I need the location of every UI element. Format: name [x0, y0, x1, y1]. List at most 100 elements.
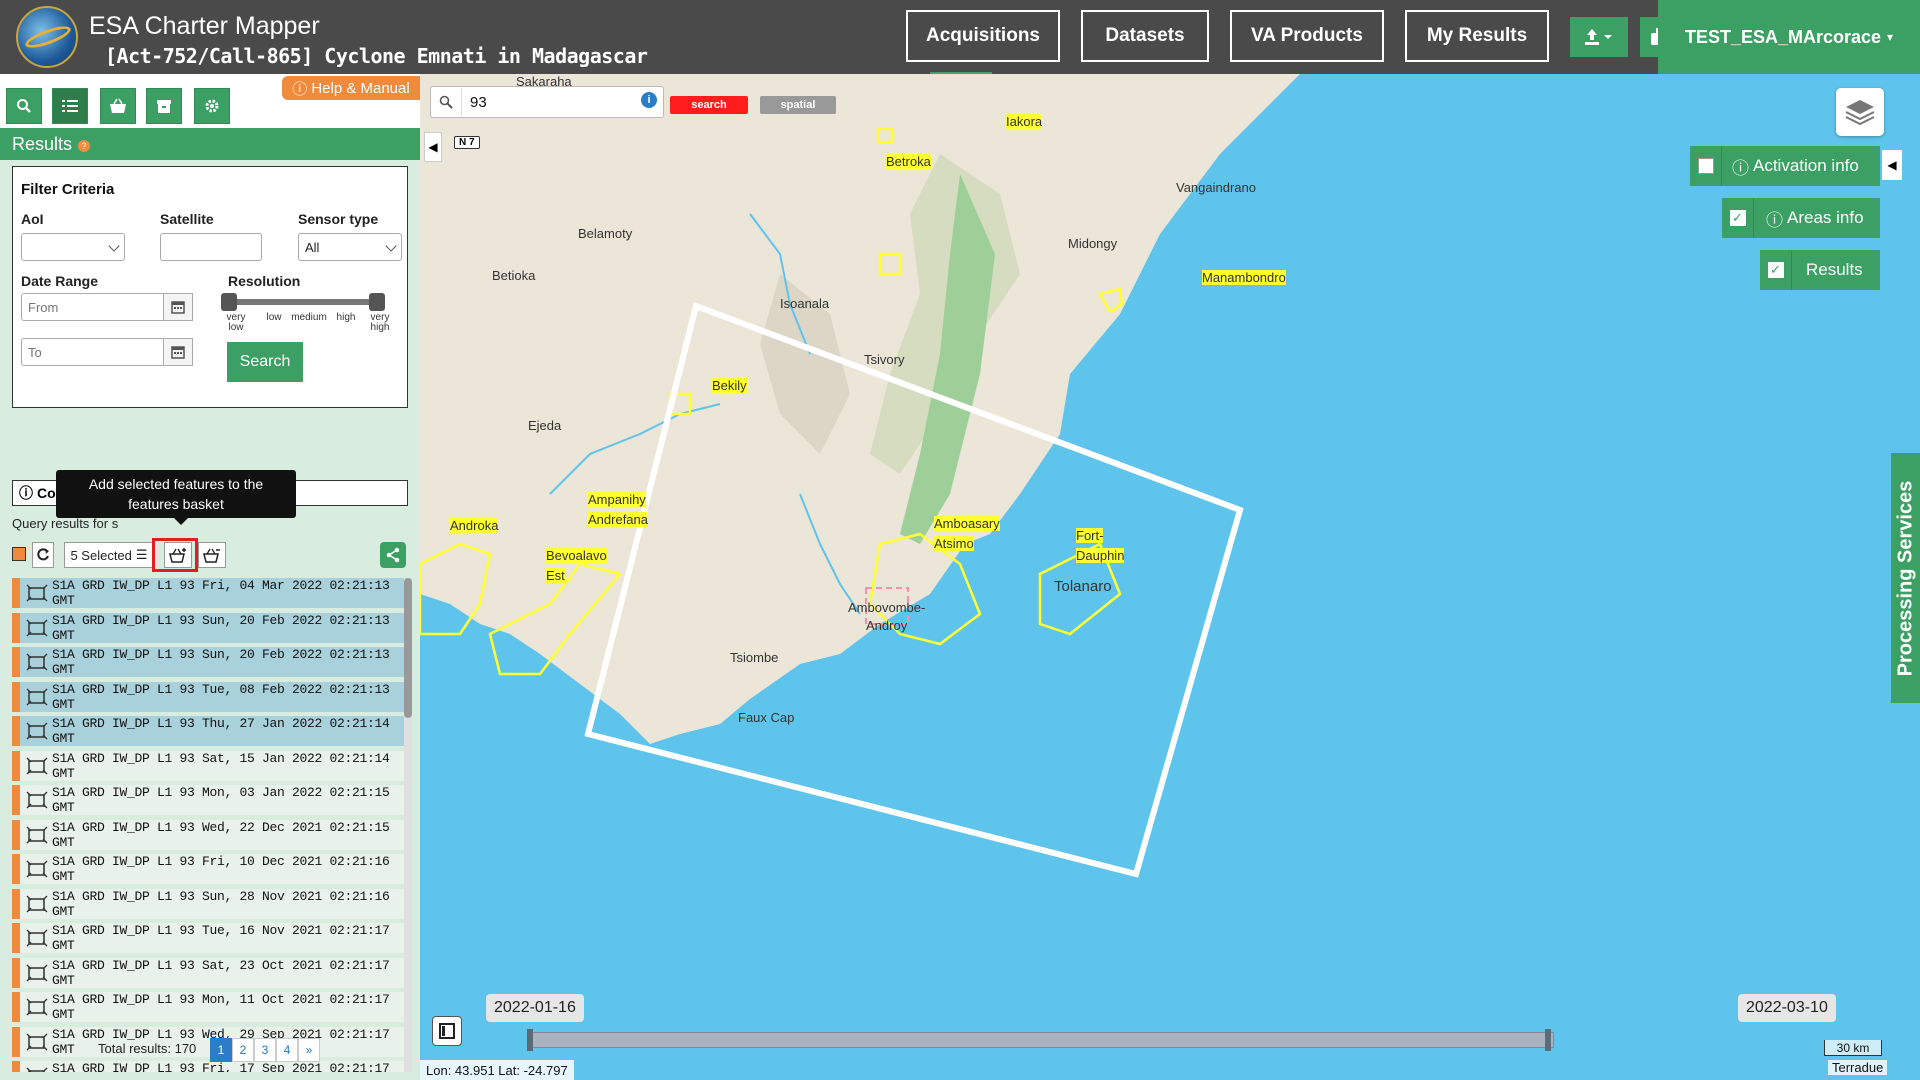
basket-tool-button[interactable]	[100, 88, 136, 124]
date-to-placeholder: To	[28, 344, 42, 360]
chevron-down-icon: ▾	[1887, 30, 1894, 44]
place-label: Androy	[866, 618, 908, 633]
result-row[interactable]: S1A GRD IW_DP L1 93 Fri, 17 Sep 2021 02:…	[12, 1061, 404, 1072]
results-layer-toggle[interactable]: ✓	[1760, 250, 1792, 290]
chevron-left-icon[interactable]: ◀	[1882, 150, 1902, 180]
areas-info-panel[interactable]: ✓ ⓘ Areas info	[1722, 198, 1880, 238]
nav-va-products-button[interactable]: VA Products	[1230, 10, 1384, 62]
layers-switcher-button[interactable]	[1836, 88, 1884, 136]
footprint-icon[interactable]	[26, 722, 48, 740]
footprint-icon[interactable]	[26, 826, 48, 844]
nav-my-results-button[interactable]: My Results	[1405, 10, 1549, 62]
settings-tool-button[interactable]	[194, 88, 230, 124]
activation-info-panel[interactable]: ⓘ Activation info	[1690, 146, 1880, 186]
page-next-button[interactable]: »	[298, 1038, 320, 1062]
chevron-left-icon: ◀	[428, 140, 438, 154]
layers-icon	[1845, 100, 1875, 126]
collapse-sidebar-toggle[interactable]: ◀	[424, 132, 442, 162]
footprint-icon[interactable]	[26, 1067, 48, 1072]
map-view[interactable]: 93 ✕ i search spatial N 7 ◀ Sakaraha Iak…	[420, 74, 1920, 1080]
results-list-tool-button[interactable]	[52, 88, 88, 124]
info-icon[interactable]: i	[641, 92, 657, 108]
results-scrollbar[interactable]	[404, 578, 412, 1072]
timeline-start-handle[interactable]	[527, 1029, 533, 1051]
map-search-input[interactable]: 93	[461, 88, 644, 116]
footprint-icon[interactable]	[26, 860, 48, 878]
result-row[interactable]: S1A GRD IW_DP L1 93 Tue, 08 Feb 2022 02:…	[12, 681, 404, 712]
footprint-icon[interactable]	[26, 964, 48, 982]
upload-dropdown-button[interactable]	[1570, 17, 1628, 57]
nav-acquisitions-button[interactable]: Acquisitions	[906, 10, 1060, 62]
share-button[interactable]	[380, 542, 406, 568]
refresh-button[interactable]	[32, 542, 54, 568]
result-row[interactable]: S1A GRD IW_DP L1 93 Sun, 20 Feb 2022 02:…	[12, 612, 404, 643]
activation-info-toggle[interactable]	[1690, 146, 1722, 186]
resolution-slider[interactable]	[221, 293, 385, 311]
timeline-end-handle[interactable]	[1545, 1029, 1551, 1051]
footprint-icon[interactable]	[26, 998, 48, 1016]
result-row[interactable]: S1A GRD IW_DP L1 93 Mon, 11 Oct 2021 02:…	[12, 992, 404, 1022]
search-tool-button[interactable]	[6, 88, 42, 124]
legend-button[interactable]	[432, 1016, 462, 1046]
result-row[interactable]: S1A GRD IW_DP L1 93 Thu, 27 Jan 2022 02:…	[12, 716, 404, 746]
filter-search-button[interactable]: Search	[227, 342, 303, 382]
page-4-button[interactable]: 4	[276, 1038, 298, 1062]
processing-services-tab[interactable]: Processing Services	[1891, 453, 1920, 703]
footprint-icon[interactable]	[26, 791, 48, 809]
result-row[interactable]: S1A GRD IW_DP L1 93 Sun, 20 Feb 2022 02:…	[12, 647, 404, 677]
calendar-from-button[interactable]	[163, 293, 193, 321]
results-layer-panel[interactable]: ✓ Results	[1760, 250, 1880, 290]
satellite-input[interactable]	[160, 233, 262, 261]
result-row[interactable]: S1A GRD IW_DP L1 93 Tue, 16 Nov 2021 02:…	[12, 923, 404, 953]
sensor-type-value: All	[305, 239, 320, 255]
date-to-input[interactable]: To	[21, 338, 165, 366]
calendar-to-button[interactable]	[163, 338, 193, 366]
resolution-min-handle[interactable]	[221, 293, 237, 311]
esa-globe-logo-icon[interactable]	[16, 6, 78, 68]
footprint-icon[interactable]	[26, 688, 48, 706]
footprint-icon[interactable]	[26, 653, 48, 671]
footprint-icon[interactable]	[26, 929, 48, 947]
place-label: Andrefana	[588, 512, 648, 527]
sidebar: ⓘ Help & Manual Results ? Filter Criteria…	[0, 74, 420, 1080]
selection-menu-button[interactable]: 5 Selected ☰	[64, 542, 154, 568]
areas-info-toggle[interactable]: ✓	[1722, 198, 1754, 238]
list-icon	[62, 100, 78, 112]
page-3-button[interactable]: 3	[254, 1038, 276, 1062]
footprint-icon[interactable]	[26, 584, 48, 602]
footprint-icon[interactable]	[26, 757, 48, 775]
page-2-button[interactable]: 2	[232, 1038, 254, 1062]
footprint-icon[interactable]	[26, 895, 48, 913]
result-row[interactable]: S1A GRD IW_DP L1 93 Mon, 03 Jan 2022 02:…	[12, 785, 404, 815]
page-1-button[interactable]: 1	[210, 1038, 232, 1062]
sensor-type-select[interactable]: All	[298, 233, 402, 261]
search-tag-button[interactable]: search	[670, 96, 748, 114]
help-manual-button[interactable]: ⓘ Help & Manual	[282, 76, 420, 100]
bars-icon: ☰	[135, 547, 148, 562]
place-label: Manambondro	[1202, 270, 1286, 285]
archive-tool-button[interactable]	[146, 88, 182, 124]
date-from-input[interactable]: From	[21, 293, 165, 321]
result-row[interactable]: S1A GRD IW_DP L1 93 Wed, 22 Dec 2021 02:…	[12, 819, 404, 850]
footprint-icon[interactable]	[26, 619, 48, 637]
scrollbar-thumb[interactable]	[404, 578, 412, 718]
user-menu[interactable]: TEST_ESA_MArcorace ▾	[1658, 0, 1920, 74]
result-row[interactable]: S1A GRD IW_DP L1 93 Fri, 04 Mar 2022 02:…	[12, 578, 404, 608]
result-row-label: S1A GRD IW_DP L1 93 Sat, 15 Jan 2022 02:…	[52, 750, 390, 781]
result-row[interactable]: S1A GRD IW_DP L1 93 Sat, 23 Oct 2021 02:…	[12, 957, 404, 988]
resolution-max-handle[interactable]	[369, 293, 385, 311]
result-row[interactable]: S1A GRD IW_DP L1 93 Sat, 15 Jan 2022 02:…	[12, 750, 404, 781]
result-row[interactable]: S1A GRD IW_DP L1 93 Fri, 10 Dec 2021 02:…	[12, 854, 404, 884]
spatial-tag-button[interactable]: spatial	[760, 96, 836, 114]
result-row[interactable]: S1A GRD IW_DP L1 93 Sun, 28 Nov 2021 02:…	[12, 888, 404, 919]
select-all-checkbox[interactable]	[12, 547, 26, 561]
aoi-select[interactable]	[21, 233, 125, 261]
help-question-icon[interactable]: ?	[78, 140, 91, 152]
activation-info-checkbox[interactable]	[1697, 158, 1714, 174]
remove-from-basket-button[interactable]	[198, 542, 226, 568]
user-name: TEST_ESA_MArcorace	[1684, 26, 1882, 47]
timeline-slider[interactable]	[527, 1029, 1554, 1051]
place-label: Tsivory	[864, 352, 905, 367]
nav-datasets-button[interactable]: Datasets	[1081, 10, 1209, 62]
road-label: N 7	[454, 136, 480, 149]
